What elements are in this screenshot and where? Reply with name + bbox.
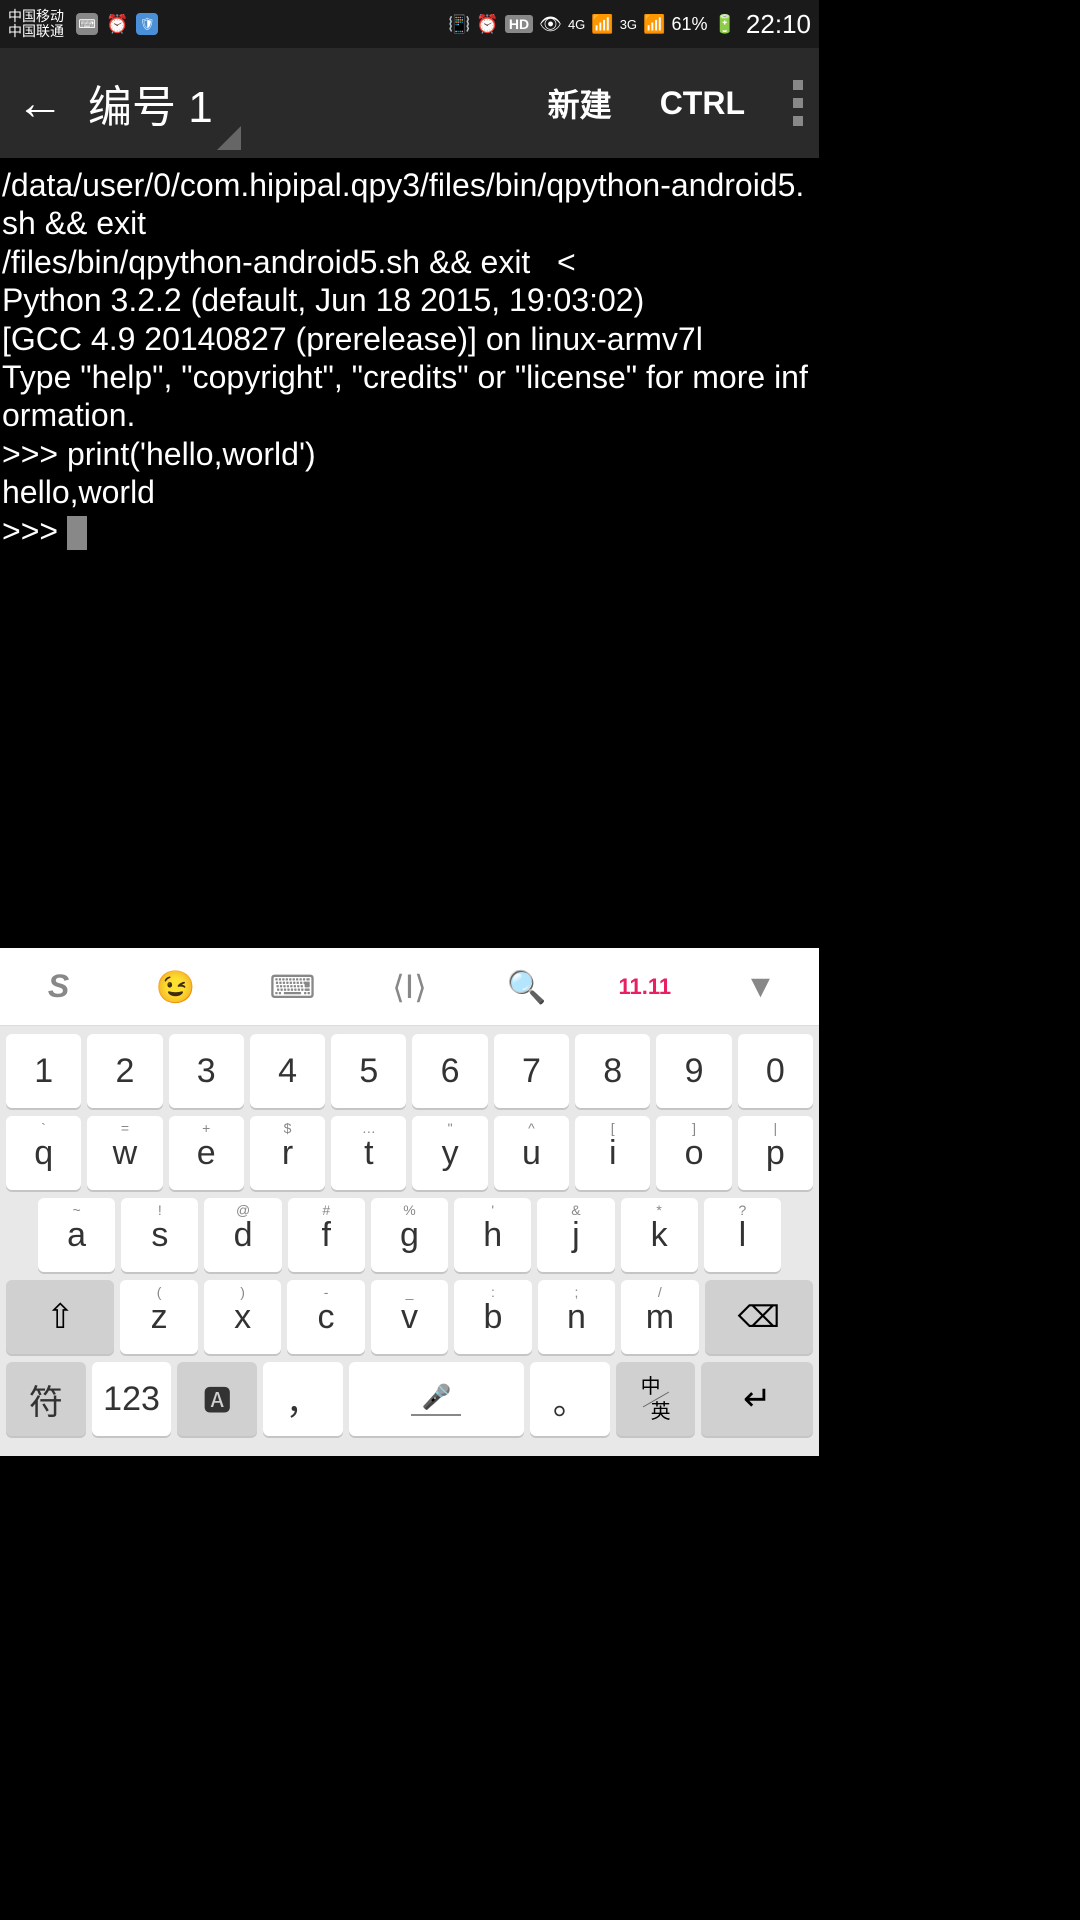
cursor-icon	[67, 516, 87, 550]
key-e[interactable]: +e	[169, 1116, 244, 1190]
clock-icon: ⏰	[476, 14, 498, 35]
cursor-mode-icon[interactable]: ⟨Ⅰ⟩	[385, 968, 435, 1006]
language-key[interactable]: 中 英	[616, 1362, 696, 1436]
carrier-2: 中国联通	[8, 24, 64, 39]
key-8[interactable]: 8	[575, 1034, 650, 1108]
clipboard-key[interactable]: 🅰	[177, 1362, 257, 1436]
key-p[interactable]: |p	[738, 1116, 813, 1190]
status-right: 📳 ⏰ HD 👁 4G 📶 3G 📶 61% 🔋 22:10	[448, 9, 811, 40]
key-l[interactable]: ?l	[704, 1198, 781, 1272]
key-9[interactable]: 9	[656, 1034, 731, 1108]
enter-key[interactable]: ↵	[701, 1362, 813, 1436]
backspace-key[interactable]: ⌫	[705, 1280, 813, 1354]
battery-icon: 🔋	[714, 14, 736, 35]
key-7[interactable]: 7	[494, 1034, 569, 1108]
hd-badge: HD	[505, 15, 533, 33]
bottom-row: 符 123 🅰 ， 🎤 。 中 英 ↵	[6, 1362, 813, 1436]
key-2[interactable]: 2	[87, 1034, 162, 1108]
backspace-icon: ⌫	[738, 1300, 780, 1335]
key-c[interactable]: -c	[287, 1280, 364, 1354]
clipboard-icon: 🅰	[203, 1379, 231, 1419]
shield-icon: 🛡	[136, 13, 158, 35]
key-m[interactable]: /m	[621, 1280, 698, 1354]
carrier-labels: 中国移动 中国联通	[8, 9, 64, 40]
letter-row-3: ⇧ (z)x-c_v:b;n/m ⌫	[6, 1280, 813, 1354]
new-button[interactable]: 新建	[548, 80, 612, 126]
key-n[interactable]: ;n	[538, 1280, 615, 1354]
signal-bars-1: 📶	[591, 14, 613, 35]
keyboard-rows: 1234567890 `q=w+e$r…t"y^u[i]o|p ~a!s@d#f…	[0, 1026, 819, 1456]
shift-key[interactable]: ⇧	[6, 1280, 114, 1354]
vibrate-icon: 📳	[448, 14, 470, 35]
key-v[interactable]: _v	[371, 1280, 448, 1354]
key-x[interactable]: )x	[204, 1280, 281, 1354]
letter-row-1: `q=w+e$r…t"y^u[i]o|p	[6, 1116, 813, 1190]
symbol-key[interactable]: 符	[6, 1362, 86, 1436]
key-t[interactable]: …t	[331, 1116, 406, 1190]
alarm-icon: ⏰	[106, 14, 128, 35]
key-d[interactable]: @d	[204, 1198, 281, 1272]
key-w[interactable]: =w	[87, 1116, 162, 1190]
key-i[interactable]: [i	[575, 1116, 650, 1190]
app-bar: ← 编号 1 新建 CTRL	[0, 48, 819, 158]
number-row: 1234567890	[6, 1034, 813, 1108]
back-icon[interactable]: ←	[16, 76, 64, 131]
key-g[interactable]: %g	[371, 1198, 448, 1272]
key-u[interactable]: ^u	[494, 1116, 569, 1190]
number-mode-key[interactable]: 123	[92, 1362, 172, 1436]
key-s[interactable]: !s	[121, 1198, 198, 1272]
letter-row-2: ~a!s@d#f%g'h&j*k?l	[6, 1198, 813, 1272]
signal-bars-2: 📶	[643, 14, 665, 35]
comma-key[interactable]: ，	[263, 1362, 343, 1436]
collapse-icon[interactable]: ▼	[736, 968, 786, 1005]
mic-icon: 🎤	[421, 1383, 451, 1412]
emoji-icon[interactable]: 😉	[151, 968, 201, 1006]
status-icons-left: ⌨ ⏰ 🛡	[76, 13, 158, 35]
sogou-logo-icon[interactable]: S	[34, 968, 84, 1005]
shift-icon: ⇧	[46, 1297, 75, 1337]
key-y[interactable]: "y	[412, 1116, 487, 1190]
key-5[interactable]: 5	[331, 1034, 406, 1108]
page-title[interactable]: 编号 1	[88, 71, 213, 135]
key-r[interactable]: $r	[250, 1116, 325, 1190]
clock-time: 22:10	[746, 9, 811, 40]
key-k[interactable]: *k	[621, 1198, 698, 1272]
key-q[interactable]: `q	[6, 1116, 81, 1190]
ctrl-button[interactable]: CTRL	[660, 85, 745, 122]
key-3[interactable]: 3	[169, 1034, 244, 1108]
key-z[interactable]: (z	[120, 1280, 197, 1354]
terminal-output[interactable]: /data/user/0/com.hipipal.qpy3/files/bin/…	[0, 158, 819, 948]
key-o[interactable]: ]o	[656, 1116, 731, 1190]
promo-icon[interactable]: 11.11	[619, 974, 669, 1000]
space-key[interactable]: 🎤	[349, 1362, 524, 1436]
key-h[interactable]: 'h	[454, 1198, 531, 1272]
terminal-text: /data/user/0/com.hipipal.qpy3/files/bin/…	[2, 167, 808, 549]
key-b[interactable]: :b	[454, 1280, 531, 1354]
key-0[interactable]: 0	[738, 1034, 813, 1108]
signal-4g: 4G	[568, 17, 585, 32]
key-6[interactable]: 6	[412, 1034, 487, 1108]
keyboard-toolbar: S 😉 ⌨ ⟨Ⅰ⟩ 🔍 11.11 ▼	[0, 948, 819, 1026]
search-icon[interactable]: 🔍	[502, 968, 552, 1006]
status-bar: 中国移动 中国联通 ⌨ ⏰ 🛡 📳 ⏰ HD 👁 4G 📶 3G 📶 61% 🔋…	[0, 0, 819, 48]
soft-keyboard: S 😉 ⌨ ⟨Ⅰ⟩ 🔍 11.11 ▼ 1234567890 `q=w+e$r……	[0, 948, 819, 1456]
key-4[interactable]: 4	[250, 1034, 325, 1108]
carrier-1: 中国移动	[8, 9, 64, 24]
keyboard-indicator-icon: ⌨	[76, 13, 98, 35]
period-key[interactable]: 。	[530, 1362, 610, 1436]
keyboard-switch-icon[interactable]: ⌨	[268, 968, 318, 1006]
dropdown-corner-icon[interactable]	[217, 126, 241, 150]
key-1[interactable]: 1	[6, 1034, 81, 1108]
key-f[interactable]: #f	[288, 1198, 365, 1272]
key-a[interactable]: ~a	[38, 1198, 115, 1272]
key-j[interactable]: &j	[537, 1198, 614, 1272]
eye-icon: 👁	[539, 14, 562, 35]
overflow-menu-icon[interactable]	[793, 80, 803, 126]
enter-icon: ↵	[743, 1379, 772, 1419]
signal-3g: 3G	[620, 17, 637, 32]
battery-percent: 61%	[671, 14, 707, 35]
